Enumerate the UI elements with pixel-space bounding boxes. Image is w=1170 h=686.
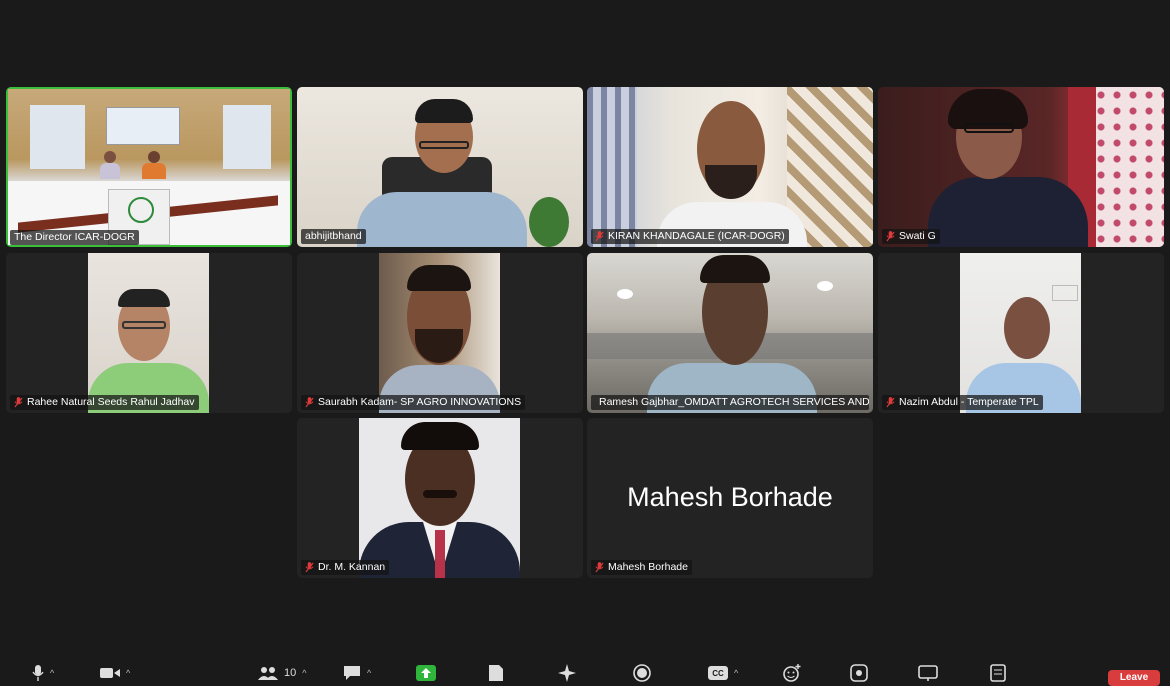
microphone-muted-icon <box>595 231 604 242</box>
video-feed <box>88 253 209 413</box>
share-screen-icon <box>416 665 436 681</box>
video-feed <box>878 87 1164 247</box>
video-tile-dr-m-kannan[interactable]: Dr. M. Kannan <box>297 418 583 578</box>
notes-button[interactable] <box>488 664 504 682</box>
apps-icon <box>850 664 868 682</box>
microphone-muted-icon <box>14 397 23 408</box>
record-button[interactable] <box>633 664 651 682</box>
chevron-up-icon[interactable]: ^ <box>367 668 371 678</box>
participant-name: Rahee Natural Seeds Rahul Jadhav <box>27 396 195 408</box>
participant-name: The Director ICAR-DOGR <box>14 231 135 243</box>
video-feed <box>8 89 290 245</box>
participant-name-tag: Rahee Natural Seeds Rahul Jadhav <box>10 395 199 410</box>
apps-button[interactable] <box>850 664 868 682</box>
video-feed <box>359 418 520 578</box>
participant-name-tag: Swati G <box>882 229 940 244</box>
participants-icon <box>258 667 278 680</box>
video-tile-swati-g[interactable]: Swati G <box>878 87 1164 247</box>
chevron-up-icon[interactable]: ^ <box>734 668 738 678</box>
participant-name-tag: The Director ICAR-DOGR <box>10 230 139 245</box>
participant-name: Ramesh Gajbhar_OMDATT AGROTECH SERVICES … <box>599 396 869 408</box>
chevron-up-icon[interactable]: ^ <box>302 668 306 678</box>
video-tile-nazim-abdul[interactable]: Nazim Abdul - Temperate TPL <box>878 253 1164 413</box>
video-tile-saurabh-kadam[interactable]: Saurabh Kadam- SP AGRO INNOVATIONS <box>297 253 583 413</box>
participant-name-tag: Ramesh Gajbhar_OMDATT AGROTECH SERVICES … <box>591 395 869 410</box>
video-button[interactable]: ^ <box>100 664 130 682</box>
video-feed <box>379 253 500 413</box>
record-icon <box>633 664 651 682</box>
microphone-icon <box>32 665 44 681</box>
whiteboard-button[interactable] <box>918 664 938 682</box>
document-icon <box>489 665 503 681</box>
participants-button[interactable]: 10 ^ <box>258 664 306 682</box>
participant-name: Nazim Abdul - Temperate TPL <box>899 396 1039 408</box>
chevron-up-icon[interactable]: ^ <box>126 668 130 678</box>
participant-name: Mahesh Borhade <box>608 561 688 573</box>
video-feed <box>960 253 1081 413</box>
reactions-button[interactable] <box>783 664 801 682</box>
video-tile-ramesh-gajbhar[interactable]: Ramesh Gajbhar_OMDATT AGROTECH SERVICES … <box>587 253 873 413</box>
notes-panel-button[interactable] <box>990 664 1006 682</box>
whiteboard-icon <box>918 665 938 681</box>
video-feed <box>297 87 583 247</box>
participant-name: abhijitbhand <box>305 230 362 242</box>
sparkle-icon <box>558 664 576 682</box>
video-tile-kiran-khandagale[interactable]: KIRAN KHANDAGALE (ICAR-DOGR) <box>587 87 873 247</box>
emoji-icon <box>783 664 801 682</box>
microphone-muted-icon <box>305 397 314 408</box>
participant-name-tag: Nazim Abdul - Temperate TPL <box>882 395 1043 410</box>
share-screen-button[interactable] <box>416 664 436 682</box>
captions-button[interactable]: CC ^ <box>708 664 738 682</box>
chevron-up-icon[interactable]: ^ <box>50 668 54 678</box>
participant-name-tag: Saurabh Kadam- SP AGRO INNOVATIONS <box>301 395 526 410</box>
leave-button[interactable]: Leave <box>1108 670 1160 686</box>
chat-button[interactable]: ^ <box>343 664 371 682</box>
video-tile-director[interactable]: The Director ICAR-DOGR <box>6 87 292 247</box>
participant-name: Swati G <box>899 230 936 242</box>
video-tile-mahesh-borhade[interactable]: Mahesh Borhade Mahesh Borhade <box>587 418 873 578</box>
video-camera-icon <box>100 668 120 678</box>
ai-companion-button[interactable] <box>558 664 576 682</box>
svg-text:CC: CC <box>712 669 724 678</box>
participant-name-tag: KIRAN KHANDAGALE (ICAR-DOGR) <box>591 229 789 244</box>
chat-icon <box>344 666 360 680</box>
participant-name-tag: Mahesh Borhade <box>591 560 692 575</box>
video-tile-rahul-jadhav[interactable]: Rahee Natural Seeds Rahul Jadhav <box>6 253 292 413</box>
closed-captions-icon: CC <box>708 666 728 680</box>
mute-button[interactable]: ^ <box>32 664 54 682</box>
video-off-name: Mahesh Borhade <box>627 482 833 512</box>
participant-name: Dr. M. Kannan <box>318 561 386 573</box>
participant-name-tag: Dr. M. Kannan <box>301 560 390 575</box>
microphone-muted-icon <box>305 562 314 573</box>
microphone-muted-icon <box>886 397 895 408</box>
participant-name-tag: abhijitbhand <box>301 229 366 244</box>
notes-icon <box>990 664 1006 682</box>
participants-count: 10 <box>284 667 297 679</box>
participant-name: KIRAN KHANDAGALE (ICAR-DOGR) <box>608 230 785 242</box>
video-feed <box>587 87 873 247</box>
microphone-muted-icon <box>595 562 604 573</box>
participant-name: Saurabh Kadam- SP AGRO INNOVATIONS <box>318 396 522 408</box>
video-feed <box>587 253 873 413</box>
video-tile-abhijitbhand[interactable]: abhijitbhand <box>297 87 583 247</box>
microphone-muted-icon <box>886 231 895 242</box>
